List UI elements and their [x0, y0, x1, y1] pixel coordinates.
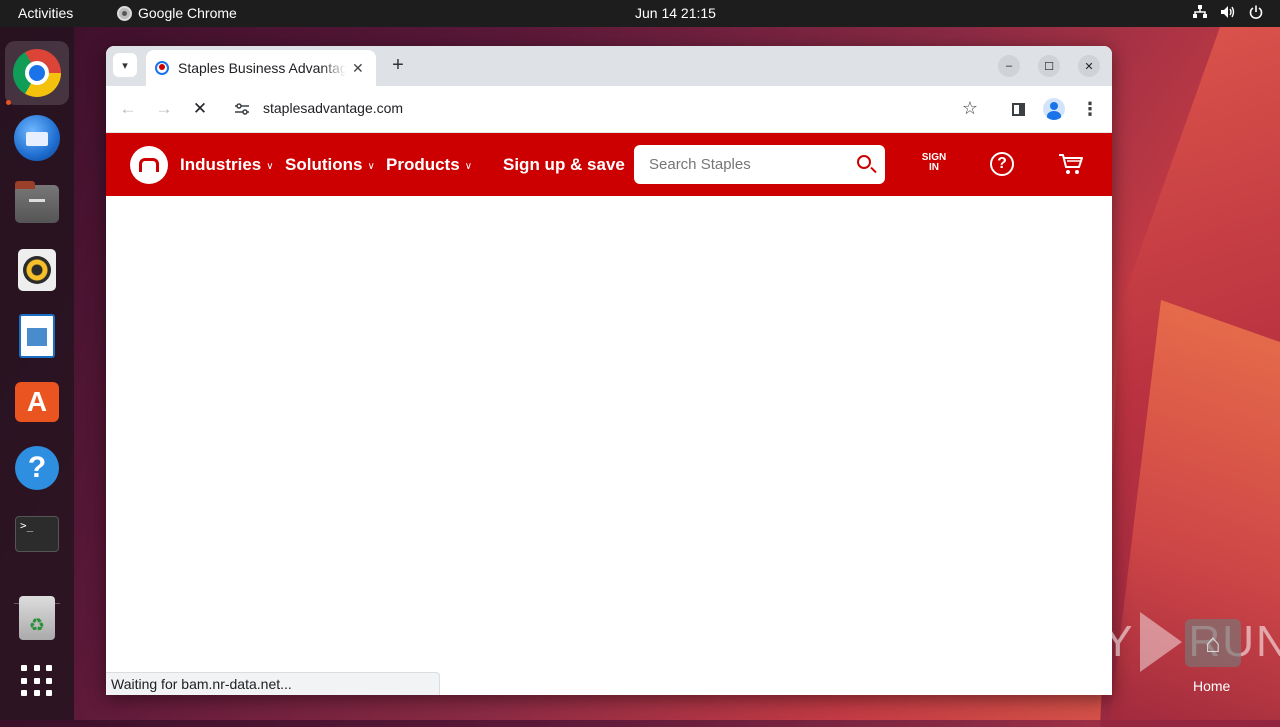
play-icon — [1140, 612, 1183, 672]
dock-help[interactable]: ? — [5, 436, 69, 500]
anyrun-watermark: ANY RUN — [1038, 612, 1280, 672]
search-icon[interactable] — [857, 155, 871, 169]
maximize-icon: ☐ — [1044, 60, 1054, 73]
bookmark-star-icon[interactable]: ☆ — [962, 98, 978, 119]
url-text: staplesadvantage.com — [263, 100, 404, 116]
site-header: Industries ∨ Solutions ∨ Products ∨ Sign up… — [106, 133, 1112, 196]
minimize-icon: – — [1005, 60, 1013, 72]
dock-writer[interactable] — [5, 304, 69, 368]
chevron-down-icon: ∨ — [367, 160, 375, 172]
clock[interactable]: Jun 14 21:15 — [635, 5, 716, 21]
side-panel-icon — [1011, 102, 1025, 116]
chrome-icon — [13, 49, 61, 97]
tab-staples[interactable]: Staples Business Advantage ✕ — [146, 50, 376, 86]
address-bar[interactable]: staplesadvantage.com ☆ — [222, 92, 990, 126]
side-panel-button[interactable] — [1006, 97, 1030, 121]
cart-icon — [1059, 154, 1083, 174]
nav-products[interactable]: Products ∨ — [386, 155, 472, 175]
nav-signup-label: Sign up & save — [503, 155, 625, 174]
tab-search-button[interactable]: ▾ — [113, 53, 137, 77]
dock-chrome[interactable] — [5, 41, 69, 105]
nav-solutions-label: Solutions — [285, 155, 363, 174]
tab-strip: ▾ Staples Business Advantage ✕ + – ☐ ✕ — [106, 46, 1112, 86]
minimize-button[interactable]: – — [998, 55, 1020, 77]
loading-favicon-icon — [155, 61, 169, 75]
activities-button[interactable]: Activities — [18, 5, 73, 21]
menu-button[interactable]: ⋮ — [1078, 97, 1102, 121]
home-folder-icon[interactable]: ⌂ — [1185, 619, 1241, 667]
search-input[interactable] — [634, 145, 849, 184]
browser-window: ▾ Staples Business Advantage ✕ + – ☐ ✕ ←… — [106, 46, 1112, 695]
nav-signup[interactable]: Sign up & save — [503, 155, 625, 175]
home-label[interactable]: Home — [1193, 678, 1230, 694]
app-menu[interactable]: Google Chrome — [117, 5, 237, 21]
site-info-icon[interactable] — [234, 101, 250, 117]
dock-software[interactable]: A — [5, 370, 69, 434]
software-store-icon: A — [15, 382, 59, 422]
thunderbird-icon — [14, 115, 60, 161]
dock-rhythmbox[interactable] — [5, 238, 69, 302]
terminal-icon: >_ — [15, 516, 59, 552]
app-menu-label: Google Chrome — [138, 5, 237, 21]
maximize-button[interactable]: ☐ — [1038, 55, 1060, 77]
chevron-down-icon: ∨ — [266, 160, 274, 172]
dock-thunderbird[interactable] — [5, 106, 69, 170]
cart-button[interactable] — [1058, 153, 1084, 175]
more-vert-icon: ⋮ — [1081, 98, 1099, 119]
system-tray[interactable] — [1192, 4, 1264, 20]
network-icon[interactable] — [1192, 4, 1208, 20]
writer-icon — [19, 314, 55, 358]
nav-industries[interactable]: Industries ∨ — [180, 155, 274, 175]
volume-icon[interactable] — [1220, 4, 1236, 20]
trash-icon: ♻ — [19, 596, 55, 640]
staples-logo[interactable] — [130, 146, 168, 184]
help-button[interactable]: ? — [990, 152, 1014, 176]
profile-icon — [1043, 98, 1065, 120]
page-content — [106, 196, 1112, 695]
nav-solutions[interactable]: Solutions ∨ — [285, 155, 375, 175]
search-box — [634, 145, 885, 184]
chevron-down-icon: ▾ — [122, 59, 128, 72]
dock-terminal[interactable]: >_ — [5, 502, 69, 566]
tab-title: Staples Business Advantage — [178, 60, 346, 76]
dock-trash[interactable]: ♻ — [5, 586, 69, 650]
nav-industries-label: Industries — [180, 155, 262, 174]
new-tab-button[interactable]: + — [386, 53, 410, 77]
stop-button[interactable]: ✕ — [188, 97, 212, 121]
arrow-left-icon: ← — [119, 99, 137, 118]
watermark-left: ANY — [1038, 617, 1135, 666]
arrow-right-icon: → — [155, 99, 173, 118]
dock-files[interactable] — [5, 172, 69, 236]
app-grid-icon — [21, 665, 53, 697]
rhythmbox-icon — [18, 249, 56, 291]
dock: A ? >_ ♻ — [0, 27, 74, 720]
close-tab-icon[interactable]: ✕ — [352, 60, 364, 77]
forward-button[interactable]: → — [152, 97, 176, 121]
browser-toolbar: ← → ✕ staplesadvantage.com ☆ ⋮ — [106, 86, 1112, 133]
stop-icon: ✕ — [192, 99, 208, 118]
question-icon: ? — [997, 155, 1007, 172]
staples-logo-icon — [139, 158, 159, 172]
top-bar: Activities Google Chrome Jun 14 21:15 — [0, 0, 1280, 27]
sign-in-line2: IN — [929, 162, 939, 173]
status-bubble: Waiting for bam.nr-data.net... — [106, 672, 440, 695]
close-window-button[interactable]: ✕ — [1078, 55, 1100, 77]
back-button[interactable]: ← — [116, 97, 140, 121]
files-icon — [15, 181, 59, 223]
power-icon[interactable] — [1248, 4, 1264, 20]
sign-in-button[interactable]: SIGN IN — [914, 153, 954, 173]
running-indicator — [6, 100, 11, 105]
chrome-icon — [117, 5, 132, 21]
dock-show-apps[interactable] — [5, 649, 69, 713]
help-icon: ? — [15, 446, 59, 490]
close-icon: ✕ — [1084, 60, 1094, 73]
chevron-down-icon: ∨ — [464, 160, 473, 172]
profile-button[interactable] — [1042, 97, 1066, 121]
nav-products-label: Products — [386, 155, 460, 174]
